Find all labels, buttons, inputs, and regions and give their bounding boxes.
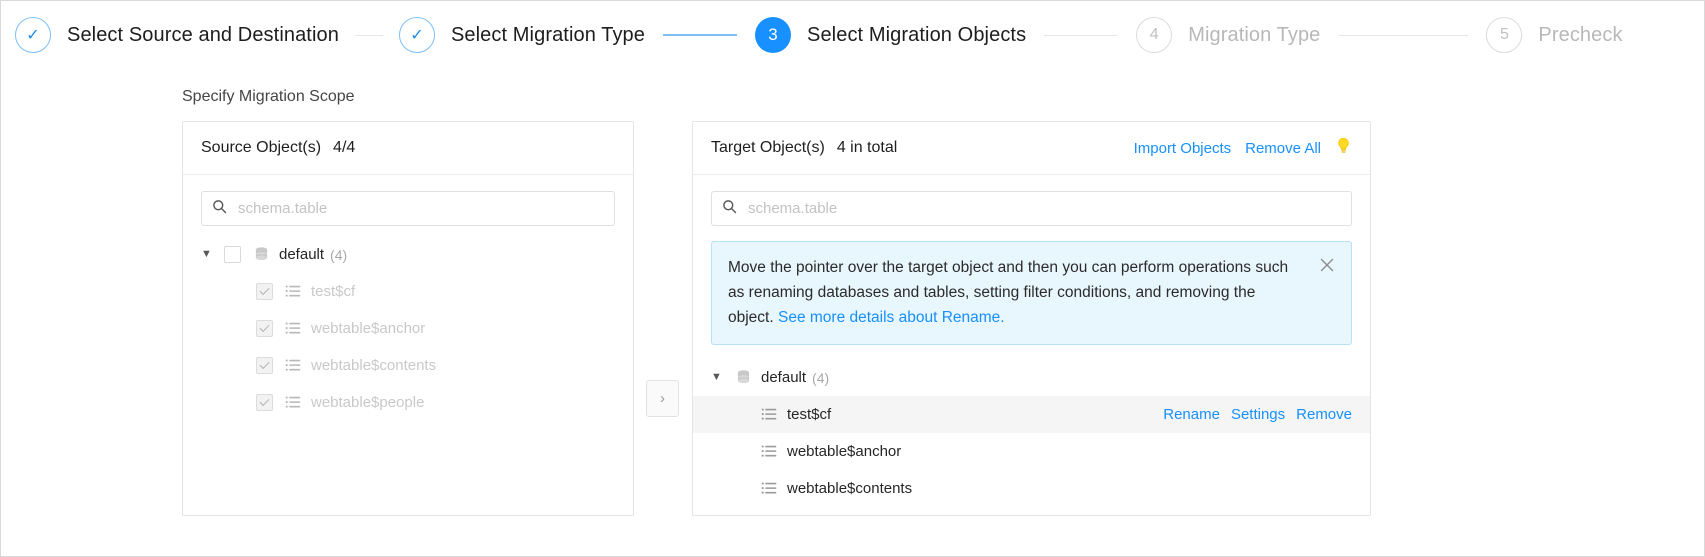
source-item-checkbox[interactable] <box>256 357 273 374</box>
step-3-indicator: 3 <box>755 17 792 53</box>
table-icon <box>761 480 778 497</box>
source-item-checkbox[interactable] <box>256 320 273 337</box>
table-icon <box>285 283 302 300</box>
migration-wizard-page: ✓ Select Source and Destination ✓ Select… <box>0 0 1705 557</box>
step-1[interactable]: ✓ Select Source and Destination <box>15 17 339 53</box>
target-tree-root-row[interactable]: ▼ default (4) <box>693 359 1370 396</box>
target-item-name: test$cf <box>787 406 832 423</box>
move-to-target-button[interactable]: › <box>646 380 679 417</box>
source-panel-header: Source Object(s) 4/4 <box>183 122 633 175</box>
source-tree-item[interactable]: webtable$anchor <box>183 310 633 347</box>
source-item-name: test$cf <box>311 283 356 300</box>
step-5-number: 5 <box>1499 26 1509 43</box>
step-1-indicator: ✓ <box>15 17 51 53</box>
step-5[interactable]: 5 Precheck <box>1486 17 1622 53</box>
settings-link[interactable]: Settings <box>1231 406 1285 423</box>
source-item-name: webtable$contents <box>311 357 437 374</box>
search-icon <box>722 199 737 219</box>
target-panel-actions: Import Objects Remove All <box>1134 137 1352 159</box>
step-4-number: 4 <box>1149 26 1159 43</box>
table-icon <box>285 394 302 411</box>
table-icon <box>761 443 778 460</box>
step-connector-4 <box>1338 34 1469 36</box>
target-panel-header: Target Object(s) 4 in total Import Objec… <box>693 122 1370 175</box>
database-icon <box>253 246 270 263</box>
check-icon: ✓ <box>410 27 424 44</box>
source-root-checkbox[interactable] <box>224 246 241 263</box>
step-2-label: Select Migration Type <box>450 23 646 46</box>
search-icon <box>212 199 227 219</box>
step-3-label: Select Migration Objects <box>807 23 1027 46</box>
source-tree-item[interactable]: test$cf <box>183 273 633 310</box>
rename-details-link[interactable]: See more details about Rename. <box>778 309 1005 326</box>
step-2-indicator: ✓ <box>398 17 435 53</box>
caret-down-icon[interactable]: ▼ <box>711 372 725 383</box>
source-objects-panel: Source Object(s) 4/4 ▼ <box>182 121 634 516</box>
target-tree: ▼ default (4) test$cf Rename Settings Re… <box>693 345 1370 507</box>
target-tree-item[interactable]: webtable$contents <box>693 470 1370 507</box>
step-4[interactable]: 4 Migration Type <box>1136 17 1320 53</box>
target-tree-item[interactable]: webtable$anchor <box>693 433 1370 470</box>
caret-down-icon[interactable]: ▼ <box>201 249 215 260</box>
table-icon <box>285 320 302 337</box>
source-panel-title: Source Object(s) <box>201 139 322 156</box>
close-icon[interactable] <box>1319 257 1335 277</box>
source-root-count: (4) <box>330 246 348 263</box>
target-search-input[interactable] <box>746 199 1341 218</box>
table-icon <box>285 357 302 374</box>
target-item-name: webtable$anchor <box>787 443 902 460</box>
source-search-input[interactable] <box>236 199 604 218</box>
page-title: Specify Migration Scope <box>182 88 355 105</box>
source-item-name: webtable$anchor <box>311 320 426 337</box>
source-tree-item[interactable]: webtable$contents <box>183 347 633 384</box>
source-search-wrap <box>183 175 633 226</box>
database-icon <box>735 369 752 386</box>
target-root-count: (4) <box>812 369 830 386</box>
source-item-checkbox[interactable] <box>256 394 273 411</box>
source-root-name: default <box>279 246 325 263</box>
step-3[interactable]: 3 Select Migration Objects <box>755 17 1026 53</box>
source-tree: ▼ default (4) test$cf webtable$anchor we… <box>183 226 633 421</box>
source-tree-root-row[interactable]: ▼ default (4) <box>183 236 633 273</box>
step-5-label: Precheck <box>1538 23 1623 46</box>
target-total-count: 4 in total <box>836 139 898 156</box>
target-search-wrap <box>693 175 1370 226</box>
source-search-box[interactable] <box>201 191 615 226</box>
target-tree-item[interactable]: test$cf Rename Settings Remove <box>693 396 1370 433</box>
source-item-name: webtable$people <box>311 394 425 411</box>
check-icon: ✓ <box>26 27 40 44</box>
remove-link[interactable]: Remove <box>1296 406 1352 423</box>
target-panel-title: Target Object(s) <box>711 139 825 156</box>
table-icon <box>761 406 778 423</box>
step-4-label: Migration Type <box>1188 23 1321 46</box>
import-objects-link[interactable]: Import Objects <box>1134 140 1232 157</box>
step-connector-1 <box>354 34 383 36</box>
step-2[interactable]: ✓ Select Migration Type <box>398 17 646 53</box>
target-info-banner: Move the pointer over the target object … <box>711 241 1352 345</box>
step-4-indicator: 4 <box>1136 17 1173 53</box>
banner-text: Move the pointer over the target object … <box>728 255 1305 330</box>
wizard-stepper: ✓ Select Source and Destination ✓ Select… <box>1 1 1704 69</box>
step-connector-3 <box>1044 34 1119 36</box>
step-3-number: 3 <box>768 25 778 44</box>
chevron-right-icon: › <box>660 390 665 407</box>
remove-all-link[interactable]: Remove All <box>1245 140 1321 157</box>
target-item-actions: Rename Settings Remove <box>1163 406 1352 423</box>
lightbulb-icon[interactable] <box>1335 137 1352 159</box>
target-root-name: default <box>761 369 807 386</box>
target-search-box[interactable] <box>711 191 1352 226</box>
step-1-label: Select Source and Destination <box>67 23 339 46</box>
target-objects-panel: Target Object(s) 4 in total Import Objec… <box>692 121 1371 516</box>
step-5-indicator: 5 <box>1486 17 1523 53</box>
source-tree-item[interactable]: webtable$people <box>183 384 633 421</box>
source-item-checkbox[interactable] <box>256 283 273 300</box>
step-connector-2 <box>663 34 738 36</box>
rename-link[interactable]: Rename <box>1163 406 1220 423</box>
source-selected-count: 4/4 <box>333 139 356 156</box>
target-item-name: webtable$contents <box>787 480 913 497</box>
